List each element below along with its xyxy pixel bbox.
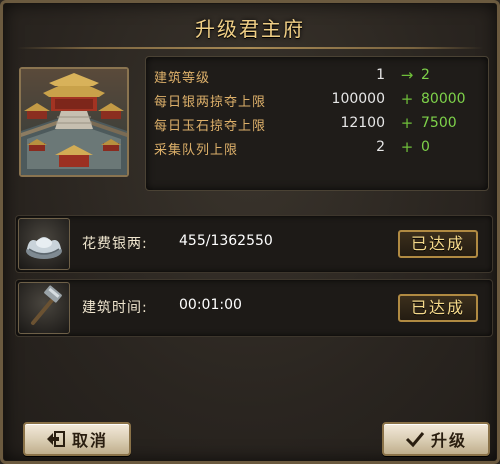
stat-label: 每日玉石掠夺上限 — [154, 119, 267, 134]
arrow-right-icon: → — [400, 66, 414, 84]
stat-label: 采集队列上限 — [154, 143, 239, 158]
stat-current-value: 12100 — [340, 115, 385, 131]
checkmark-icon — [405, 430, 425, 448]
hammer-icon — [18, 282, 70, 334]
plus-icon: + — [400, 114, 414, 132]
stat-next-value: 2 — [421, 67, 430, 83]
requirement-value: 00:01:00 — [179, 297, 242, 313]
stat-current-value: 2 — [376, 139, 385, 155]
palace-building-image — [19, 67, 129, 177]
cancel-button-label: 取消 — [71, 431, 108, 450]
requirement-met-badge: 已达成 — [398, 230, 478, 258]
stat-row-jade-plunder: 每日玉石掠夺上限 12100 + 7500 — [154, 114, 488, 135]
upgrade-stats-panel: 建筑等级 1 → 2 每日银两掠夺上限 100000 + 80000 每日玉石掠… — [145, 56, 489, 191]
cancel-button[interactable]: 取消 — [23, 422, 131, 456]
stat-row-silver-plunder: 每日银两掠夺上限 100000 + 80000 — [154, 90, 488, 111]
stat-next-value: 0 — [421, 139, 430, 155]
upgrade-dialog: 升级君主府 建筑等级 1 → 2 每日银两掠夺上限 100000 + 80000… — [0, 0, 500, 464]
stat-label: 建筑等级 — [154, 71, 211, 86]
upgrade-button[interactable]: 升级 — [382, 422, 490, 456]
dialog-title: 升级君主府 — [195, 17, 305, 41]
plus-icon: + — [400, 138, 414, 156]
stat-label: 每日银两掠夺上限 — [154, 95, 267, 110]
stat-next-value: 7500 — [421, 115, 457, 131]
plus-icon: + — [400, 90, 414, 108]
requirement-met-badge: 已达成 — [398, 294, 478, 322]
requirement-build-time: 建筑时间: 00:01:00 已达成 — [15, 279, 493, 337]
stat-current-value: 100000 — [331, 91, 385, 107]
requirement-value: 455/1362550 — [179, 233, 273, 249]
title-divider — [17, 47, 483, 49]
stat-current-value: 1 — [376, 67, 385, 83]
requirement-label: 花费银两: — [82, 236, 148, 252]
back-arrow-icon — [46, 430, 66, 448]
stat-row-building-level: 建筑等级 1 → 2 — [154, 66, 488, 87]
requirement-label: 建筑时间: — [82, 300, 148, 316]
silver-ingot-icon — [18, 218, 70, 270]
upgrade-button-label: 升级 — [430, 431, 467, 450]
requirement-silver-cost: 花费银两: 455/1362550 已达成 — [15, 215, 493, 273]
stat-row-gather-queue: 采集队列上限 2 + 0 — [154, 138, 488, 159]
stat-next-value: 80000 — [421, 91, 466, 107]
